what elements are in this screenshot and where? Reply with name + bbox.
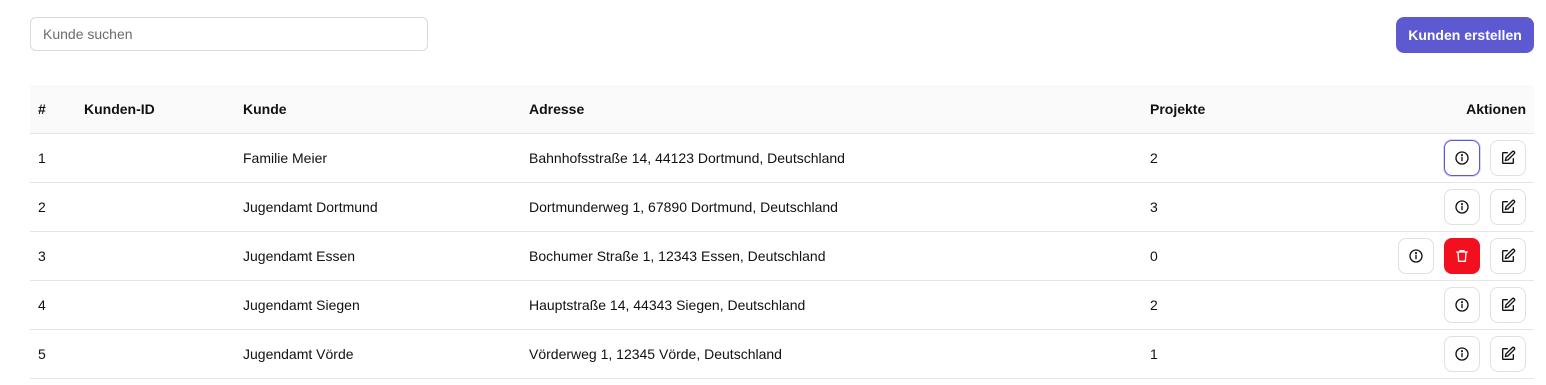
edit-button[interactable] (1490, 140, 1526, 176)
info-button[interactable] (1444, 189, 1480, 225)
header-num: # (38, 101, 46, 117)
cell-customer: Jugendamt Essen (243, 248, 356, 264)
cell-customer: Jugendamt Siegen (243, 297, 360, 313)
edit-button[interactable] (1490, 238, 1526, 274)
table-row: 4 Jugendamt Siegen Hauptstraße 14, 44343 S… (30, 281, 1534, 330)
header-projects: Projekte (1150, 101, 1206, 117)
search-input[interactable] (30, 17, 428, 51)
trash-icon (1454, 248, 1470, 264)
header-customer: Kunde (243, 101, 287, 117)
table-row: 5 Jugendamt Vörde Vörderweg 1, 12345 Vörde… (30, 330, 1534, 379)
info-icon (1454, 199, 1470, 215)
table-row: 1 Familie Meier Bahnhofsstraße 14, 44123 D… (30, 134, 1534, 183)
table-header: # Kunden-ID Kunde Adresse Projekte Aktio… (30, 85, 1534, 134)
delete-button[interactable] (1444, 238, 1480, 274)
edit-button[interactable] (1490, 287, 1526, 323)
edit-icon (1500, 346, 1516, 362)
edit-icon (1500, 297, 1516, 313)
info-button[interactable] (1444, 336, 1480, 372)
create-customer-button[interactable]: Kunden erstellen (1396, 17, 1534, 53)
cell-num: 3 (38, 248, 46, 264)
cell-customer: Jugendamt Vörde (243, 346, 354, 362)
table-row: 2 Jugendamt Dortmund Dortmunderweg 1, 6789… (30, 183, 1534, 232)
cell-projects: 2 (1150, 150, 1158, 166)
edit-icon (1500, 248, 1516, 264)
cell-address: Vörderweg 1, 12345 Vörde, Deutschland (529, 346, 782, 362)
info-button[interactable] (1398, 238, 1434, 274)
cell-num: 5 (38, 346, 46, 362)
row-actions (1444, 189, 1526, 225)
cell-projects: 1 (1150, 346, 1158, 362)
row-actions (1398, 238, 1526, 274)
header-customer-id: Kunden-ID (84, 101, 155, 117)
cell-num: 1 (38, 150, 46, 166)
edit-button[interactable] (1490, 189, 1526, 225)
cell-address: Dortmunderweg 1, 67890 Dortmund, Deutsch… (529, 199, 838, 215)
edit-button[interactable] (1490, 336, 1526, 372)
cell-address: Bochumer Straße 1, 12343 Essen, Deutschl… (529, 248, 826, 264)
cell-num: 4 (38, 297, 46, 313)
header-actions: Aktionen (1466, 101, 1526, 117)
info-icon (1408, 248, 1424, 264)
info-icon (1454, 346, 1470, 362)
cell-customer: Familie Meier (243, 150, 328, 166)
cell-projects: 3 (1150, 199, 1158, 215)
cell-customer: Jugendamt Dortmund (243, 199, 378, 215)
info-button[interactable] (1444, 287, 1480, 323)
row-actions (1444, 140, 1526, 176)
row-actions (1444, 287, 1526, 323)
cell-address: Hauptstraße 14, 44343 Siegen, Deutschlan… (529, 297, 806, 313)
cell-num: 2 (38, 199, 46, 215)
info-icon (1454, 150, 1470, 166)
cell-projects: 0 (1150, 248, 1158, 264)
header-address: Adresse (529, 101, 585, 117)
info-button[interactable] (1444, 140, 1480, 176)
edit-icon (1500, 150, 1516, 166)
table-row: 3 Jugendamt Essen Bochumer Straße 1, 12343… (30, 232, 1534, 281)
cell-address: Bahnhofsstraße 14, 44123 Dortmund, Deuts… (529, 150, 845, 166)
info-icon (1454, 297, 1470, 313)
cell-projects: 2 (1150, 297, 1158, 313)
customer-table: # Kunden-ID Kunde Adresse Projekte Aktio… (30, 85, 1534, 379)
row-actions (1444, 336, 1526, 372)
edit-icon (1500, 199, 1516, 215)
